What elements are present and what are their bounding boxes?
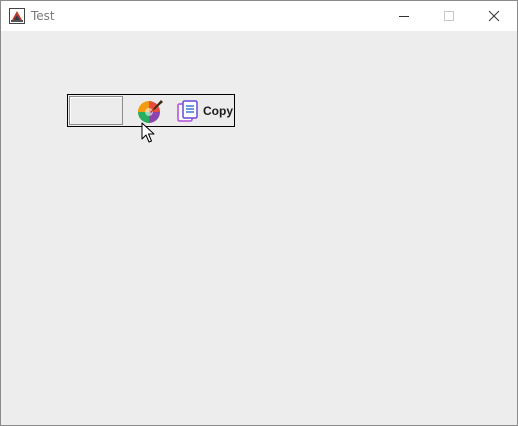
window-title: Test <box>31 9 55 23</box>
maximize-icon <box>444 11 454 21</box>
minimize-button[interactable] <box>381 1 427 31</box>
close-button[interactable] <box>471 1 517 31</box>
app-window: Test Copy <box>0 0 518 426</box>
java-app-icon <box>9 8 25 24</box>
copy-icon <box>177 100 198 122</box>
palette-icon <box>138 100 163 123</box>
color-swatch[interactable] <box>69 96 123 125</box>
maximize-button[interactable] <box>426 1 472 31</box>
copy-button[interactable]: Copy <box>176 97 233 125</box>
copy-label: Copy <box>203 104 233 118</box>
mouse-pointer-icon <box>141 122 155 143</box>
title-bar[interactable]: Test <box>1 1 517 31</box>
minimize-icon <box>399 16 409 17</box>
close-icon <box>488 10 500 22</box>
palette-button[interactable] <box>136 97 164 125</box>
